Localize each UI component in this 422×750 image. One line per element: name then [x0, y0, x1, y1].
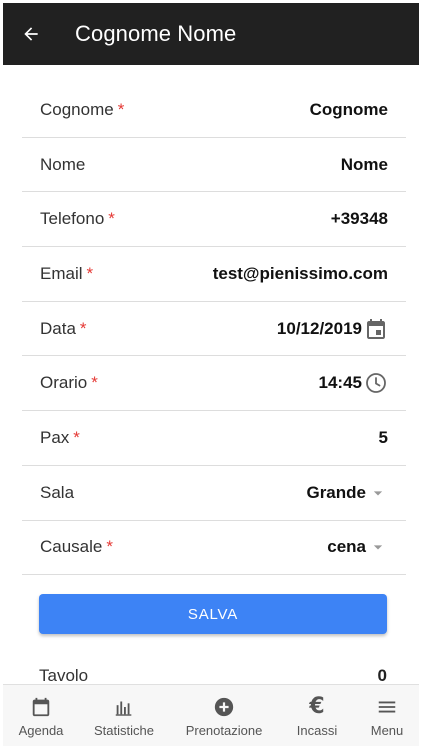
field-label: Data *: [40, 318, 87, 338]
field-label: Pax *: [40, 427, 80, 447]
field-causale[interactable]: Causale * cena: [22, 521, 406, 576]
field-label: Sala: [40, 482, 75, 502]
nav-item-agenda[interactable]: Agenda: [3, 685, 79, 746]
required-marker: *: [73, 427, 80, 447]
calendar-icon[interactable]: [364, 317, 388, 341]
field-label: Orario *: [40, 373, 98, 393]
required-marker: *: [106, 537, 113, 557]
required-marker: *: [117, 99, 125, 119]
field-value[interactable]: Nome: [341, 155, 388, 175]
field-sala[interactable]: Sala Grande: [22, 466, 406, 521]
back-button[interactable]: [3, 3, 59, 65]
nav-label: Incassi: [296, 723, 338, 738]
calendar-icon: [32, 697, 50, 717]
required-marker: *: [86, 263, 94, 283]
app-bar: Cognome Nome: [3, 3, 419, 65]
dropdown-arrow-icon: [373, 545, 383, 550]
field-label: Nome: [40, 154, 86, 174]
field-label: Causale *: [40, 537, 113, 557]
time-value: 14:45: [318, 373, 362, 393]
field-value[interactable]: 14:45: [319, 371, 388, 395]
field-orario[interactable]: Orario * 14:45: [22, 356, 406, 412]
field-value[interactable]: test@pienissimo.com: [213, 264, 388, 284]
save-container: SALVA: [39, 594, 387, 634]
page-title: Cognome Nome: [75, 21, 237, 46]
field-email[interactable]: Email * test@pienissimo.com: [22, 247, 406, 302]
select-value: cena: [327, 537, 366, 557]
field-value[interactable]: Cognome: [310, 100, 388, 120]
field-label: Telefono *: [40, 209, 115, 229]
nav-item-prenotazione[interactable]: Prenotazione: [169, 685, 279, 746]
reservation-form: Cognome * Cognome Nome Nome Telefono * +39…: [22, 83, 406, 576]
bottom-navigation: Agenda Statistiche Prenotazione € Incass…: [3, 684, 419, 746]
save-button[interactable]: SALVA: [39, 594, 387, 634]
field-cognome[interactable]: Cognome * Cognome: [22, 83, 406, 138]
field-label: Tavolo: [39, 666, 89, 685]
app-frame: Cognome Nome Cognome * Cognome Nome Nome …: [0, 0, 422, 750]
nav-item-incassi[interactable]: € Incassi: [279, 685, 355, 746]
euro-icon: €: [309, 694, 325, 719]
field-telefono[interactable]: Telefono * +39348: [22, 192, 406, 248]
field-data[interactable]: Data * 10/12/2019: [22, 302, 406, 357]
field-pax[interactable]: Pax * 5: [22, 411, 406, 466]
clock-icon[interactable]: [364, 371, 388, 395]
field-label: Email *: [40, 263, 94, 283]
sala-select[interactable]: Grande: [306, 483, 388, 503]
required-marker: *: [79, 318, 87, 338]
field-value[interactable]: +39348: [331, 209, 388, 229]
nav-label: Statistiche: [94, 723, 154, 738]
arrow-back-icon: [24, 27, 38, 41]
nav-label: Agenda: [18, 723, 64, 738]
nav-label: Prenotazione: [185, 723, 263, 738]
nav-label: Menu: [370, 723, 404, 738]
nav-item-menu[interactable]: Menu: [355, 685, 419, 746]
nav-item-statistiche[interactable]: Statistiche: [79, 685, 169, 746]
required-marker: *: [91, 373, 98, 393]
hamburger-menu-icon: [378, 701, 396, 713]
select-value: Grande: [306, 482, 366, 502]
field-value[interactable]: 0: [378, 666, 387, 686]
bar-chart-icon: [115, 701, 132, 716]
required-marker: *: [108, 209, 115, 229]
field-value[interactable]: 10/12/2019: [277, 317, 388, 341]
field-nome[interactable]: Nome Nome: [22, 138, 406, 193]
field-value[interactable]: 5: [379, 428, 388, 448]
add-circle-icon: [214, 697, 234, 717]
date-value: 10/12/2019: [276, 318, 362, 338]
field-label: Cognome *: [40, 99, 125, 119]
causale-select[interactable]: cena: [327, 537, 388, 557]
dropdown-arrow-icon: [373, 490, 383, 496]
